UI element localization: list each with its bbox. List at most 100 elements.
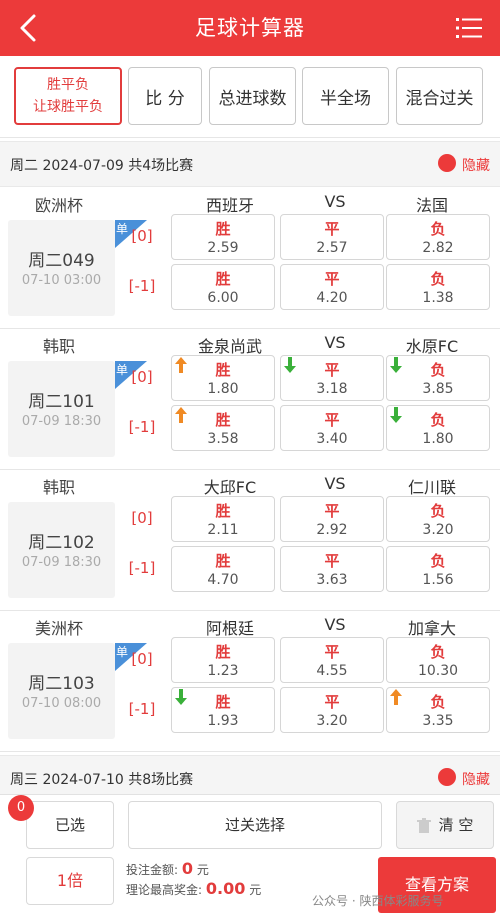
odds-cell-win[interactable]: 胜 1.80: [171, 355, 275, 401]
odds-cell-win[interactable]: 胜 1.93: [171, 687, 275, 733]
odds-cell-loss[interactable]: 负 3.20: [386, 496, 490, 542]
odds-value: 10.30: [417, 663, 459, 679]
odds-cell-draw[interactable]: 平 2.92: [280, 496, 384, 542]
hide-button[interactable]: 隐藏: [462, 155, 490, 175]
odds-value: 3.18: [316, 381, 348, 397]
match-time: 07-09 18:30: [21, 555, 102, 570]
odds-cell-win[interactable]: 胜 2.59: [171, 214, 275, 260]
outcome-label: 胜: [215, 361, 231, 379]
odds-value: 1.38: [422, 290, 454, 306]
outcome-label: 负: [430, 552, 446, 570]
match-info[interactable]: 周二049 07-10 03:00: [8, 220, 115, 316]
odds-cell-win[interactable]: 胜 6.00: [171, 264, 275, 310]
watermark: 公众号 · 陕西体彩服务号: [312, 894, 444, 908]
odds-cell-loss[interactable]: 负 1.38: [386, 264, 490, 310]
outcome-label: 平: [324, 693, 340, 711]
handicap-label: [0]: [131, 509, 153, 527]
outcome-label: 负: [430, 502, 446, 520]
odds-cell-win[interactable]: 胜 1.23: [171, 637, 275, 683]
hide-toggle-icon[interactable]: [438, 768, 456, 786]
handicap-label: [0]: [131, 227, 153, 245]
odds-cell-draw[interactable]: 平 2.57: [280, 214, 384, 260]
match-time: 07-10 03:00: [21, 273, 102, 288]
odds-cell-win[interactable]: 胜 4.70: [171, 546, 275, 592]
odds-value: 1.80: [207, 381, 239, 397]
day-header: 周二 2024-07-09 共4场比赛 隐藏: [0, 141, 500, 187]
league-name: 欧洲杯: [34, 196, 83, 215]
odds-value: 3.20: [422, 522, 454, 538]
pass-select-button[interactable]: 过关选择: [128, 801, 382, 849]
match-row: 韩职 大邱FC VS 仁川联 周二102 07-09 18:30 [0] 胜 2.11…: [0, 470, 500, 611]
home-team: 西班牙: [205, 196, 254, 215]
clear-label: 清 空: [438, 816, 474, 834]
odds-cell-loss[interactable]: 负 2.82: [386, 214, 490, 260]
home-team: 大邱FC: [203, 478, 257, 497]
tab-score[interactable]: 比 分: [128, 67, 202, 125]
odds-cell-loss[interactable]: 负 1.80: [386, 405, 490, 451]
clear-button[interactable]: 清 空: [396, 801, 494, 849]
selected-button[interactable]: 已选: [26, 801, 114, 849]
outcome-label: 胜: [215, 220, 231, 238]
odds-cell-draw[interactable]: 平 4.20: [280, 264, 384, 310]
outcome-label: 负: [430, 361, 446, 379]
odds-cell-win[interactable]: 胜 2.11: [171, 496, 275, 542]
match-info[interactable]: 周二101 07-09 18:30: [8, 361, 115, 457]
match-info[interactable]: 周二102 07-09 18:30: [8, 502, 115, 598]
match-number: 周二102: [28, 533, 95, 553]
away-team: 仁川联: [407, 478, 456, 497]
match-row: 欧洲杯 西班牙 VS 法国 周二049 07-10 03:00 单 [0] 胜 2.5…: [0, 188, 500, 329]
odds-value: 4.70: [207, 572, 239, 588]
handicap-label: [-1]: [128, 277, 156, 295]
odds-cell-draw[interactable]: 平 3.20: [280, 687, 384, 733]
outcome-label: 平: [324, 361, 340, 379]
bet-amount-value: 0: [181, 859, 194, 878]
odds-cell-draw[interactable]: 平 3.63: [280, 546, 384, 592]
odds-cell-loss[interactable]: 负 10.30: [386, 637, 490, 683]
hide-toggle-icon[interactable]: [438, 154, 456, 172]
tab-half-full[interactable]: 半全场: [302, 67, 389, 125]
odds-cell-draw[interactable]: 平 4.55: [280, 637, 384, 683]
odds-cell-loss[interactable]: 负 1.56: [386, 546, 490, 592]
match-number: 周二101: [28, 392, 95, 412]
bet-amount-label: 投注金额:: [126, 863, 179, 877]
tab-win-draw-loss[interactable]: 胜平负 让球胜平负: [14, 67, 122, 125]
odds-cell-win[interactable]: 胜 3.58: [171, 405, 275, 451]
outcome-label: 胜: [215, 693, 231, 711]
odds-value: 3.58: [207, 431, 239, 447]
odds-cell-draw[interactable]: 平 3.40: [280, 405, 384, 451]
tab-total-goals[interactable]: 总进球数: [209, 67, 296, 125]
trash-icon: [416, 817, 431, 833]
tab-mixed-pass[interactable]: 混合过关: [396, 67, 483, 125]
vs-label: VS: [324, 615, 346, 634]
handicap-label: [0]: [131, 650, 153, 668]
odds-cell-loss[interactable]: 负 3.85: [386, 355, 490, 401]
league-name: 韩职: [42, 478, 75, 497]
max-prize: 理论最高奖金: 0.00 元: [126, 879, 261, 898]
odds-value: 4.20: [316, 290, 348, 306]
away-team: 水原FC: [405, 337, 459, 356]
match-row: 美洲杯 阿根廷 VS 加拿大 周二103 07-10 08:00 单 [0] 胜 1.…: [0, 611, 500, 752]
handicap-label: [-1]: [128, 559, 156, 577]
outcome-label: 平: [324, 270, 340, 288]
outcome-label: 负: [430, 270, 446, 288]
outcome-label: 平: [324, 552, 340, 570]
handicap-label: [-1]: [128, 418, 156, 436]
outcome-label: 胜: [215, 643, 231, 661]
odds-value: 1.23: [207, 663, 239, 679]
list-menu-icon[interactable]: [456, 16, 482, 40]
match-number: 周二103: [28, 674, 95, 694]
hide-button[interactable]: 隐藏: [462, 769, 490, 789]
odds-cell-loss[interactable]: 负 3.35: [386, 687, 490, 733]
odds-value: 2.57: [316, 240, 348, 256]
app-header: 足球计算器: [0, 0, 500, 56]
odds-cell-draw[interactable]: 平 3.18: [280, 355, 384, 401]
match-info[interactable]: 周二103 07-10 08:00: [8, 643, 115, 739]
odds-value: 6.00: [207, 290, 239, 306]
bet-amount-unit: 元: [196, 863, 209, 877]
home-team: 金泉尚武: [197, 337, 262, 356]
league-name: 美洲杯: [34, 619, 83, 638]
outcome-label: 胜: [215, 552, 231, 570]
away-team: 加拿大: [407, 619, 456, 638]
league-name: 韩职: [42, 337, 75, 356]
multiple-stepper[interactable]: 1倍: [26, 857, 114, 905]
